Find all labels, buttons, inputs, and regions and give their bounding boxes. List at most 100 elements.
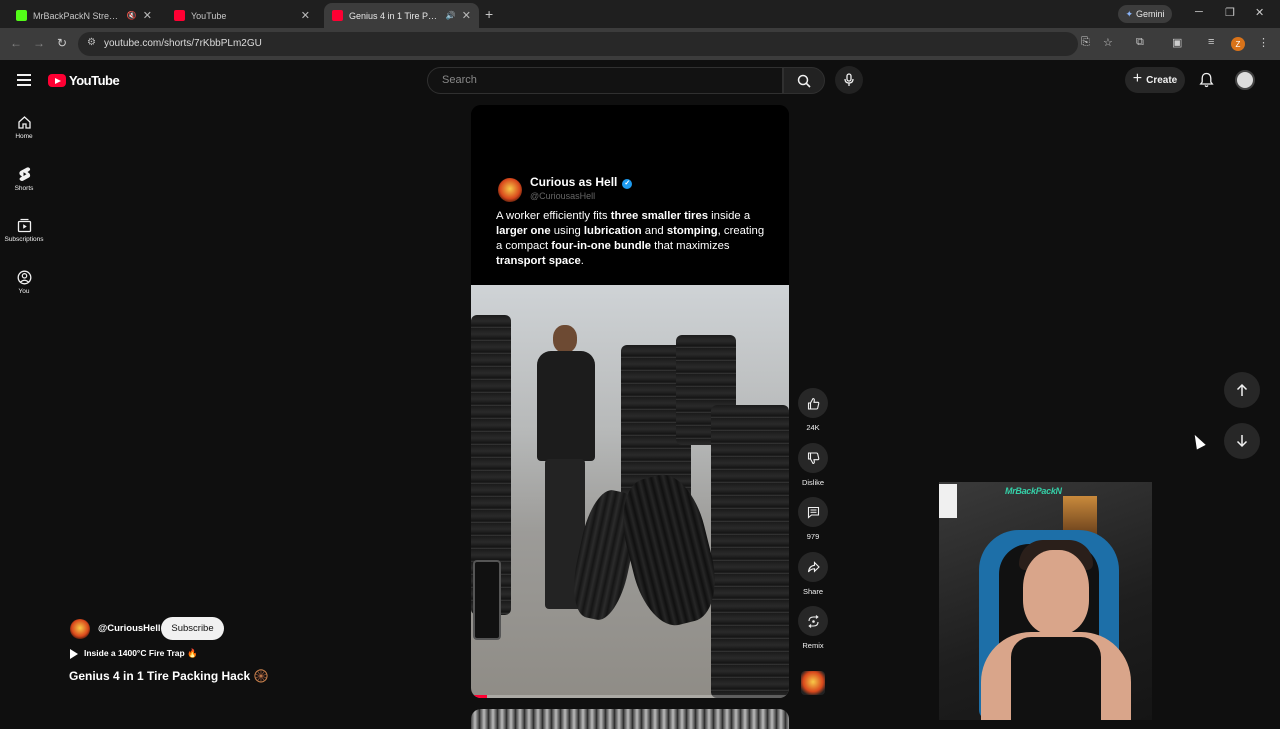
caption-fragment: . bbox=[580, 255, 584, 267]
thumbs-up-icon bbox=[807, 397, 819, 410]
guide-item-you[interactable]: You bbox=[0, 270, 48, 295]
media-controls-icon[interactable]: ≡ bbox=[1208, 36, 1214, 48]
large-tire bbox=[612, 467, 726, 633]
caption-channel-name: Curious as Hell ✓ bbox=[530, 175, 633, 189]
guide-item-label: You bbox=[18, 288, 30, 295]
browser-profile-avatar[interactable]: Z bbox=[1231, 37, 1245, 51]
browser-tab-youtube[interactable]: YouTube ✕ bbox=[166, 3, 318, 28]
channel-avatar[interactable] bbox=[70, 619, 90, 639]
guide-item-subscriptions[interactable]: Subscriptions bbox=[0, 218, 48, 243]
close-window-icon[interactable]: ✕ bbox=[1255, 6, 1264, 19]
close-tab-icon[interactable]: ✕ bbox=[143, 9, 152, 22]
guide-menu-icon[interactable] bbox=[17, 74, 31, 86]
related-video-link[interactable]: Inside a 1400°C Fire Trap 🔥 bbox=[70, 648, 198, 659]
extensions-icon[interactable]: ⧉ bbox=[1136, 36, 1144, 49]
restore-window-icon[interactable]: ❐ bbox=[1225, 6, 1235, 19]
streamer-face bbox=[1023, 550, 1089, 634]
share-button[interactable]: Share bbox=[797, 552, 829, 596]
search-input[interactable] bbox=[442, 74, 762, 86]
guide-item-shorts[interactable]: Shorts bbox=[0, 166, 48, 192]
account-avatar[interactable] bbox=[1235, 70, 1255, 90]
streamer-name-logo: MrBackPackN bbox=[1005, 486, 1062, 496]
caption-description: A worker efficiently fits three smaller … bbox=[496, 209, 766, 269]
voice-search-button[interactable] bbox=[835, 66, 863, 94]
youtube-play-logo-icon bbox=[48, 74, 66, 87]
like-button[interactable]: 24K bbox=[797, 388, 829, 432]
remix-button[interactable]: Remix bbox=[797, 606, 829, 650]
short-title: Genius 4 in 1 Tire Packing Hack 🛞 bbox=[69, 669, 269, 683]
youtube-logo[interactable]: YouTube bbox=[48, 73, 120, 88]
browser-menu-icon[interactable]: ⋮ bbox=[1258, 36, 1269, 49]
guide-item-label: Subscriptions bbox=[4, 236, 44, 243]
subscriptions-icon bbox=[17, 218, 31, 233]
caption-fragment: and bbox=[641, 225, 667, 237]
comment-count: 979 bbox=[806, 532, 820, 541]
share-arrow-icon bbox=[807, 560, 820, 573]
caption-fragment: inside a bbox=[708, 210, 751, 222]
reload-icon[interactable]: ↻ bbox=[57, 36, 67, 50]
you-icon bbox=[17, 270, 31, 285]
tire-stack bbox=[711, 405, 789, 698]
tab-title: YouTube bbox=[191, 10, 227, 21]
home-icon bbox=[17, 116, 31, 129]
create-label: Create bbox=[1146, 74, 1178, 86]
subscribe-button[interactable]: Subscribe bbox=[161, 617, 224, 640]
video-caption-panel: Curious as Hell ✓ @CuriousasHell A worker… bbox=[471, 105, 789, 285]
gemini-sparkle-icon: ✦ bbox=[1125, 8, 1134, 19]
side-panel-icon[interactable]: ▣ bbox=[1172, 36, 1182, 49]
video-progress-bar[interactable] bbox=[471, 695, 789, 698]
address-bar[interactable]: ⚙ youtube.com/shorts/7rKbbPLm2GU bbox=[78, 32, 1078, 56]
gemini-label: Gemini bbox=[1136, 9, 1165, 19]
guide-item-label: Shorts bbox=[14, 185, 34, 192]
arrow-up-icon bbox=[1236, 383, 1248, 396]
browser-tab-active-short[interactable]: Genius 4 in 1 Tire Packing H 🔊 ✕ bbox=[324, 3, 479, 28]
shorts-icon bbox=[18, 167, 30, 181]
caption-emphasis: lubrication bbox=[583, 225, 642, 237]
install-app-icon[interactable]: ⎘ bbox=[1081, 36, 1090, 49]
caption-emphasis: transport space bbox=[496, 255, 581, 267]
speaker-icon[interactable]: 🔊 bbox=[446, 11, 456, 20]
bookmark-star-icon[interactable]: ☆ bbox=[1103, 36, 1113, 49]
next-short-button[interactable] bbox=[1224, 423, 1260, 459]
gemini-button[interactable]: ✦ Gemini bbox=[1118, 5, 1172, 23]
new-tab-button[interactable]: + bbox=[485, 6, 493, 22]
caption-fragment: using bbox=[550, 225, 584, 237]
close-tab-icon[interactable]: ✕ bbox=[301, 9, 310, 22]
forward-arrow-icon[interactable]: → bbox=[33, 36, 45, 50]
dislike-button[interactable]: Dislike bbox=[797, 443, 829, 487]
tab-title: Genius 4 in 1 Tire Packing H bbox=[349, 10, 442, 21]
mouse-cursor bbox=[1190, 432, 1206, 450]
caption-fragment: that maximizes bbox=[651, 240, 730, 252]
share-label: Share bbox=[802, 587, 823, 596]
comments-button[interactable]: 979 bbox=[797, 497, 829, 541]
guide-item-home[interactable]: Home bbox=[0, 115, 48, 140]
url-text[interactable]: youtube.com/shorts/7rKbbPLm2GU bbox=[104, 38, 262, 49]
caption-emphasis: larger one bbox=[496, 225, 551, 237]
create-button[interactable]: + Create bbox=[1125, 67, 1185, 93]
back-arrow-icon[interactable]: ← bbox=[10, 36, 22, 50]
close-tab-icon[interactable]: ✕ bbox=[462, 9, 471, 22]
youtube-wordmark: YouTube bbox=[69, 73, 120, 88]
channel-avatar-button[interactable] bbox=[801, 671, 825, 695]
site-info-icon[interactable]: ⚙ bbox=[87, 37, 96, 48]
caption-emphasis: stomping bbox=[666, 225, 718, 237]
youtube-favicon-icon bbox=[174, 10, 185, 21]
next-short-preview[interactable] bbox=[471, 709, 789, 729]
caption-fragment: A worker efficiently fits bbox=[496, 210, 611, 222]
bucket bbox=[473, 560, 501, 640]
thumbs-down-icon bbox=[807, 451, 819, 464]
shorts-video-player[interactable]: Curious as Hell ✓ @CuriousasHell A worker… bbox=[471, 105, 789, 698]
browser-toolbar: ← → ↻ ⚙ youtube.com/shorts/7rKbbPLm2GU ⎘… bbox=[0, 28, 1280, 60]
microphone-icon bbox=[844, 73, 854, 86]
video-frame[interactable] bbox=[471, 285, 789, 698]
muted-speaker-icon[interactable]: 🔇 bbox=[127, 11, 137, 20]
search-button[interactable] bbox=[783, 67, 825, 94]
previous-short-button[interactable] bbox=[1224, 372, 1260, 408]
channel-handle[interactable]: @CuriousHell bbox=[98, 623, 161, 634]
arrow-down-icon bbox=[1236, 435, 1248, 448]
search-box[interactable] bbox=[427, 67, 783, 94]
browser-tab-kick-stream[interactable]: MrBackPackN Stream - Wa 🔇 ✕ bbox=[8, 3, 160, 28]
minimize-window-icon[interactable]: ─ bbox=[1195, 6, 1203, 18]
caption-emphasis: three smaller tires bbox=[610, 210, 709, 222]
notifications-bell-icon[interactable] bbox=[1199, 72, 1214, 88]
